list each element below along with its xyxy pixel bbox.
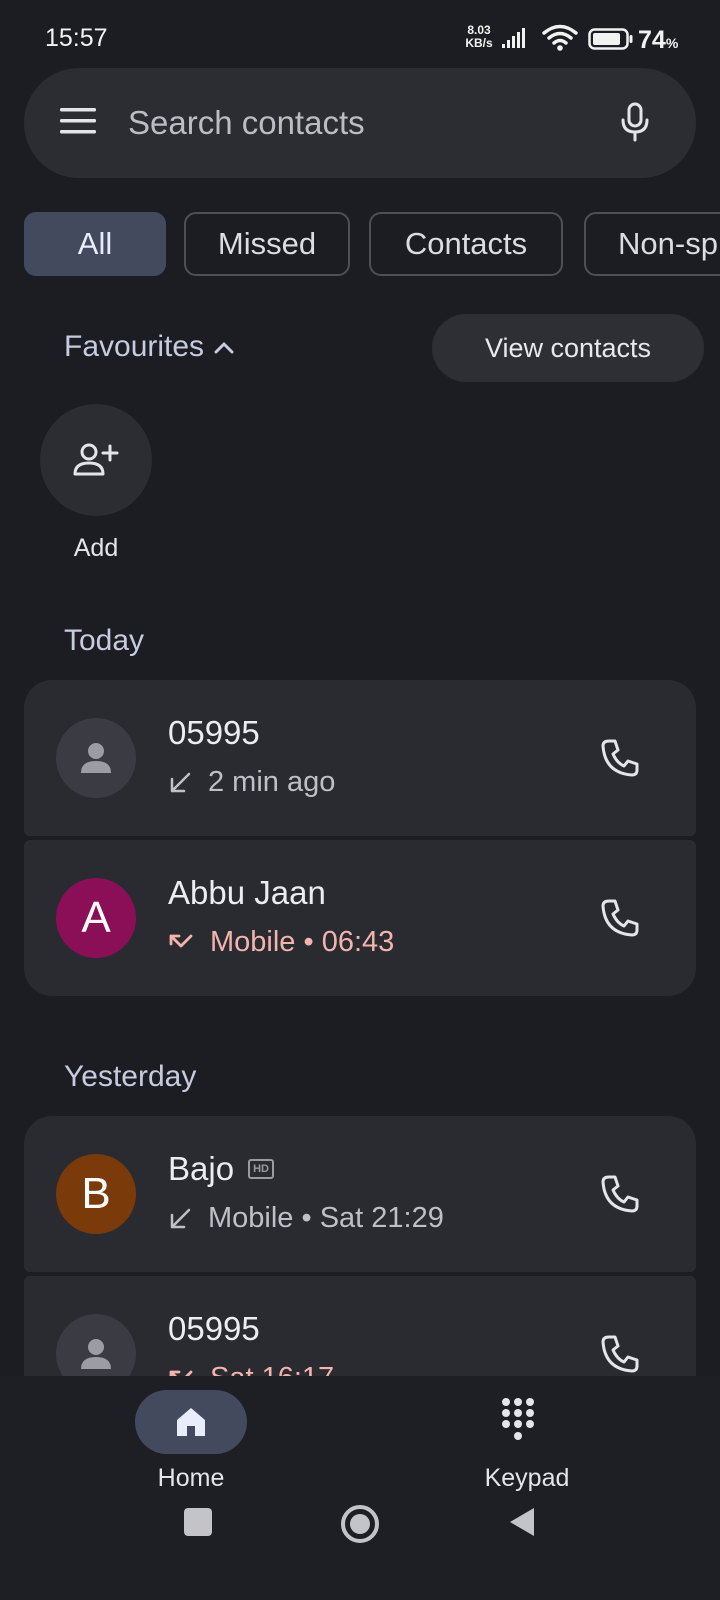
call-detail: 2 min ago xyxy=(168,766,335,799)
chevron-up-icon xyxy=(214,342,234,354)
caller-name: 05995 xyxy=(168,714,260,751)
network-speed: 8.03 KB/s xyxy=(465,23,493,50)
chip-contacts[interactable]: Contacts xyxy=(369,212,563,276)
view-contacts-button[interactable]: View contacts xyxy=(432,314,704,382)
system-home-button[interactable] xyxy=(340,1504,380,1544)
favourites-label: Favourites xyxy=(64,330,205,363)
phone-icon xyxy=(601,1335,639,1373)
nav-home-button[interactable] xyxy=(135,1390,247,1454)
signal-icon xyxy=(502,28,526,48)
nav-keypad-label[interactable]: Keypad xyxy=(446,1464,608,1493)
caller-name: Abbu Jaan xyxy=(168,874,326,911)
avatar: B xyxy=(56,1154,136,1234)
call-log-item[interactable]: A Abbu Jaan Mobile • 06:43 xyxy=(24,840,696,996)
incoming-call-icon xyxy=(170,772,191,792)
hd-icon: HD xyxy=(248,1159,275,1179)
call-log-item[interactable]: B Bajo HD Mobile • Sat 21:29 xyxy=(24,1116,696,1272)
add-person-icon xyxy=(73,443,119,476)
filter-chips: All Missed Contacts Non-sp xyxy=(24,212,720,276)
bottom-nav: Home Keypad xyxy=(0,1376,720,1600)
add-favourite-button[interactable] xyxy=(40,404,152,516)
avatar xyxy=(56,718,136,798)
call-button[interactable] xyxy=(592,1166,648,1222)
avatar: A xyxy=(56,878,136,958)
status-time: 15:57 xyxy=(45,24,108,52)
battery-icon xyxy=(588,28,634,50)
phone-icon xyxy=(601,899,639,937)
favourites-toggle[interactable]: Favourites xyxy=(64,330,234,364)
call-detail: Mobile • Sat 21:29 xyxy=(168,1202,444,1235)
call-button[interactable] xyxy=(592,730,648,786)
call-log-item[interactable]: 05995 2 min ago xyxy=(24,680,696,836)
add-favourite-label: Add xyxy=(73,534,119,562)
nav-home-label[interactable]: Home xyxy=(110,1464,272,1493)
incoming-call-icon xyxy=(170,1208,191,1228)
call-button[interactable] xyxy=(592,1326,648,1382)
back-button[interactable] xyxy=(508,1506,536,1538)
wifi-icon xyxy=(542,24,578,52)
mic-icon[interactable] xyxy=(620,102,650,142)
section-yesterday: Yesterday xyxy=(64,1060,197,1093)
section-today: Today xyxy=(64,624,145,657)
dialpad-icon[interactable] xyxy=(500,1396,536,1442)
call-detail: Mobile • 06:43 xyxy=(168,926,394,959)
caller-name: Bajo HD xyxy=(168,1150,275,1188)
menu-icon[interactable] xyxy=(60,108,96,134)
caller-name: 05995 xyxy=(168,1310,260,1347)
search-bar[interactable]: Search contacts xyxy=(24,68,696,178)
chip-non-spam[interactable]: Non-sp xyxy=(584,212,720,276)
missed-call-icon xyxy=(169,934,193,947)
person-icon xyxy=(81,1339,111,1369)
chip-missed[interactable]: Missed xyxy=(184,212,350,276)
recent-apps-button[interactable] xyxy=(184,1508,212,1536)
search-input[interactable]: Search contacts xyxy=(128,104,365,142)
call-button[interactable] xyxy=(592,890,648,946)
phone-icon xyxy=(601,1175,639,1213)
battery-percent: 74% xyxy=(638,26,679,54)
home-icon xyxy=(177,1408,205,1436)
chip-all[interactable]: All xyxy=(24,212,166,276)
status-bar: 15:57 8.03 KB/s 74% xyxy=(0,0,720,62)
person-icon xyxy=(81,743,111,773)
phone-icon xyxy=(601,739,639,777)
